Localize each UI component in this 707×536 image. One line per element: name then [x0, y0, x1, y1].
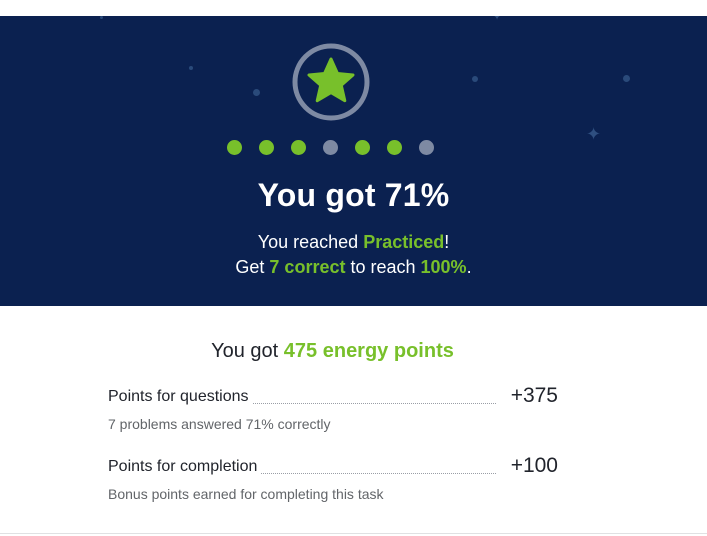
- decor-dot: [623, 75, 630, 82]
- progress-dot-correct: [387, 140, 402, 155]
- progress-dot-correct: [259, 140, 274, 155]
- next-goal-message: Get 7 correct to reach 100%.: [0, 257, 707, 278]
- progress-dots: [227, 140, 437, 156]
- progress-dot-correct: [291, 140, 306, 155]
- progress-dot-incorrect: [419, 140, 434, 155]
- level-message-suffix: !: [444, 232, 450, 252]
- decor-dot: [100, 16, 103, 19]
- points-row-description: Bonus points earned for completing this …: [108, 486, 384, 502]
- points-row-label: Points for questions: [108, 388, 253, 406]
- star-badge-icon: [292, 43, 370, 121]
- energy-points-title: You got 475 energy points: [0, 340, 665, 363]
- points-row-value: +100: [510, 454, 558, 477]
- goal-prefix: Get: [235, 257, 270, 277]
- points-row-completion: Points for completion +100 Bonus points …: [108, 454, 558, 502]
- decor-dot: [472, 76, 478, 82]
- points-row-description: 7 problems answered 71% correctly: [108, 416, 331, 432]
- level-message-prefix: You reached: [257, 232, 364, 252]
- points-row-label: Points for completion: [108, 458, 262, 476]
- level-message: You reached Practiced!: [0, 232, 707, 253]
- energy-points-amount: 475 energy points: [283, 340, 454, 362]
- sparkle-icon: ✦: [492, 16, 503, 23]
- progress-dot-correct: [227, 140, 242, 155]
- goal-count: 7 correct: [269, 257, 346, 277]
- goal-target: 100%: [420, 257, 467, 277]
- points-title-prefix: You got: [211, 340, 284, 362]
- sparkle-icon: ✦: [586, 124, 602, 144]
- mastery-level: Practiced: [363, 232, 445, 252]
- decor-dot: [189, 66, 193, 70]
- points-row-questions: Points for questions +375 7 problems ans…: [108, 384, 558, 432]
- decor-dot: [253, 89, 260, 96]
- results-hero: ✦ ✦ You got 71% You reached Practiced! G…: [0, 16, 707, 306]
- score-title: You got 71%: [257, 177, 450, 213]
- points-row-value: +375: [510, 384, 558, 407]
- goal-mid: to reach: [345, 257, 421, 277]
- goal-suffix: .: [466, 257, 472, 277]
- progress-dot-incorrect: [323, 140, 338, 155]
- bottom-divider: [0, 533, 707, 534]
- progress-dot-correct: [355, 140, 370, 155]
- top-strip: [0, 0, 707, 16]
